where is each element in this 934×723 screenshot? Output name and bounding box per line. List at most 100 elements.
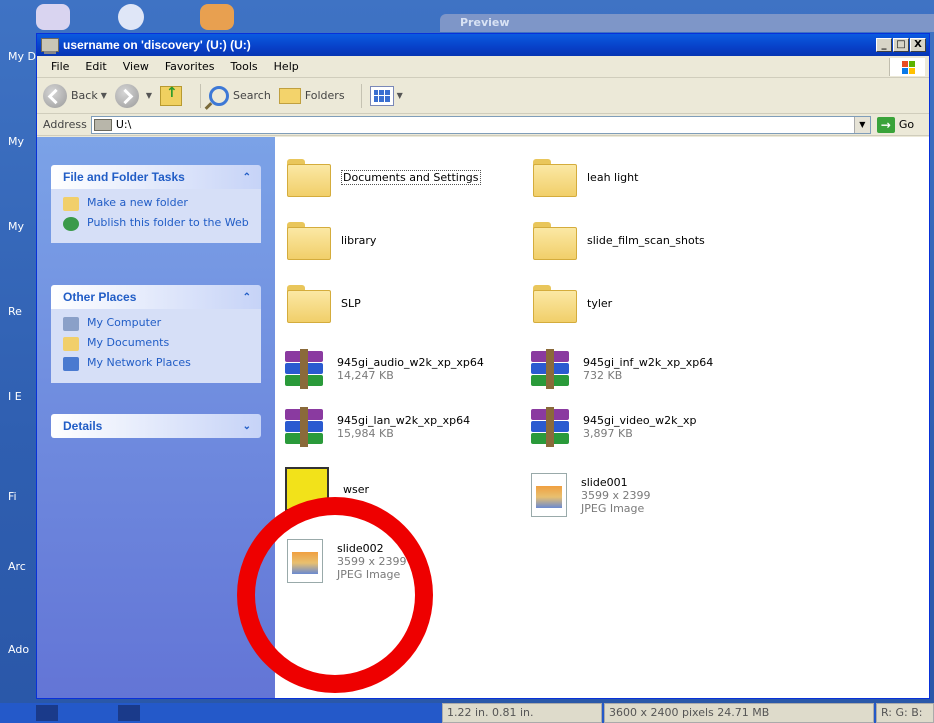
forward-arrow-icon bbox=[114, 83, 139, 108]
file-tasks-header[interactable]: File and Folder Tasks ⌃ bbox=[51, 165, 261, 189]
folders-icon bbox=[278, 87, 301, 104]
address-input[interactable]: U:\ ▼ bbox=[90, 115, 871, 134]
menu-tools[interactable]: Tools bbox=[223, 60, 266, 73]
desktop-label[interactable]: I E bbox=[8, 390, 28, 403]
desktop-label[interactable]: Ado bbox=[8, 643, 29, 656]
desktop-label[interactable]: Re bbox=[8, 305, 22, 318]
globe-icon bbox=[63, 217, 79, 231]
task-make-new-folder[interactable]: Make a new folder bbox=[63, 197, 251, 211]
status-image-size: 3600 x 2400 pixels 24.71 MB bbox=[604, 703, 874, 723]
desktop-label[interactable]: Arc bbox=[8, 560, 26, 573]
explorer-window: username on 'discovery' (U:) (U:) _ □ X … bbox=[36, 33, 930, 699]
network-drive-icon bbox=[93, 118, 112, 131]
place-my-computer[interactable]: My Computer bbox=[63, 317, 251, 331]
menu-view[interactable]: View bbox=[115, 60, 157, 73]
toolbar-separator bbox=[360, 83, 362, 108]
views-button[interactable]: ▼ bbox=[369, 85, 403, 106]
file-item[interactable]: slide_film_scan_shots bbox=[533, 222, 705, 260]
documents-folder-icon bbox=[63, 337, 79, 351]
network-places-icon bbox=[63, 357, 79, 371]
status-rgb: R: G: B: bbox=[876, 703, 934, 723]
computer-icon bbox=[63, 317, 79, 331]
archive-icon bbox=[529, 349, 571, 389]
search-label: Search bbox=[233, 89, 271, 102]
red-annotation-circle bbox=[237, 497, 433, 693]
folders-button[interactable]: Folders bbox=[278, 87, 345, 104]
file-name: 945gi_lan_w2k_xp_xp64 bbox=[337, 414, 471, 427]
folders-label: Folders bbox=[304, 89, 345, 102]
forward-button[interactable]: ▼ bbox=[114, 83, 152, 108]
address-value: U:\ bbox=[115, 118, 132, 131]
address-label: Address bbox=[43, 118, 87, 131]
menu-help[interactable]: Help bbox=[266, 60, 307, 73]
menu-edit[interactable]: Edit bbox=[77, 60, 114, 73]
toolbar-separator bbox=[200, 83, 202, 108]
desktop-label[interactable]: My bbox=[8, 135, 24, 148]
minimize-button[interactable]: _ bbox=[876, 38, 892, 52]
folder-icon bbox=[287, 285, 331, 323]
file-name: library bbox=[341, 233, 377, 247]
collapse-icon[interactable]: ⌃ bbox=[243, 292, 251, 303]
file-item[interactable]: slide001 3599 x 2399 JPEG Image bbox=[531, 473, 651, 517]
place-my-network[interactable]: My Network Places bbox=[63, 357, 251, 371]
task-label: Make a new folder bbox=[87, 196, 188, 209]
desktop-icon-3[interactable] bbox=[200, 4, 234, 30]
desktop-label[interactable]: My D bbox=[8, 50, 36, 63]
file-name: 945gi_audio_w2k_xp_xp64 bbox=[337, 356, 484, 369]
other-places-body: My Computer My Documents My Network Plac… bbox=[51, 309, 261, 383]
folder-icon bbox=[533, 159, 577, 197]
search-icon bbox=[209, 85, 230, 106]
desktop-label[interactable]: My bbox=[8, 220, 24, 233]
file-item[interactable]: library bbox=[287, 222, 377, 260]
background-window-titlebar[interactable]: Preview bbox=[440, 14, 934, 32]
go-button[interactable]: → Go bbox=[876, 116, 914, 133]
taskbar-icon[interactable] bbox=[36, 705, 58, 721]
menu-favorites[interactable]: Favorites bbox=[157, 60, 223, 73]
search-button[interactable]: Search bbox=[209, 85, 271, 106]
close-button[interactable]: X bbox=[910, 38, 926, 52]
window-controls: _ □ X bbox=[876, 38, 926, 52]
desktop-label[interactable]: Fi bbox=[8, 490, 17, 503]
content-area: File and Folder Tasks ⌃ Make a new folde… bbox=[37, 137, 929, 698]
file-name: slide001 bbox=[581, 475, 628, 489]
desktop-icon-2[interactable] bbox=[118, 4, 144, 30]
desktop-icon-1[interactable] bbox=[36, 4, 70, 30]
network-drive-icon bbox=[41, 38, 59, 54]
windows-flag-icon bbox=[889, 58, 925, 76]
collapse-icon[interactable]: ⌃ bbox=[243, 172, 251, 183]
file-item[interactable]: SLP bbox=[287, 285, 361, 323]
details-header[interactable]: Details ⌄ bbox=[51, 414, 261, 438]
back-button[interactable]: Back ▼ bbox=[43, 83, 107, 108]
file-tasks-panel: File and Folder Tasks ⌃ Make a new folde… bbox=[51, 165, 261, 243]
file-type: JPEG Image bbox=[581, 501, 645, 515]
file-item[interactable]: tyler bbox=[533, 285, 612, 323]
maximize-button[interactable]: □ bbox=[893, 38, 909, 52]
other-places-header[interactable]: Other Places ⌃ bbox=[51, 285, 261, 309]
window-title: username on 'discovery' (U:) (U:) bbox=[63, 38, 251, 52]
address-dropdown-button[interactable]: ▼ bbox=[853, 116, 870, 133]
chevron-down-icon[interactable]: ▼ bbox=[101, 91, 107, 100]
taskbar-icon[interactable] bbox=[118, 705, 140, 721]
chevron-down-icon[interactable]: ▼ bbox=[146, 91, 152, 100]
menu-file[interactable]: File bbox=[43, 60, 77, 73]
file-item[interactable]: leah light bbox=[533, 159, 638, 197]
file-item[interactable]: 945gi_video_w2k_xp 3,897 KB bbox=[529, 407, 696, 447]
file-item[interactable]: 945gi_inf_w2k_xp_xp64 732 KB bbox=[529, 349, 713, 389]
place-my-documents[interactable]: My Documents bbox=[63, 337, 251, 351]
chevron-down-icon[interactable]: ▼ bbox=[397, 91, 403, 100]
file-size: 14,247 KB bbox=[337, 369, 394, 382]
jpeg-image-icon bbox=[531, 473, 567, 517]
task-publish-web[interactable]: Publish this folder to the Web bbox=[63, 217, 251, 231]
back-label: Back bbox=[71, 89, 98, 102]
file-item[interactable]: Documents and Settings bbox=[287, 159, 481, 197]
archive-icon bbox=[283, 407, 325, 447]
file-size: 732 KB bbox=[583, 369, 623, 382]
title-bar[interactable]: username on 'discovery' (U:) (U:) _ □ X bbox=[37, 34, 929, 56]
folder-icon bbox=[533, 285, 577, 323]
folder-up-icon[interactable] bbox=[160, 85, 183, 106]
file-item[interactable]: 945gi_lan_w2k_xp_xp64 15,984 KB bbox=[283, 407, 470, 447]
file-item[interactable]: 945gi_audio_w2k_xp_xp64 14,247 KB bbox=[283, 349, 484, 389]
expand-icon[interactable]: ⌄ bbox=[243, 421, 251, 432]
other-places-title: Other Places bbox=[63, 290, 137, 304]
details-title: Details bbox=[63, 419, 103, 433]
